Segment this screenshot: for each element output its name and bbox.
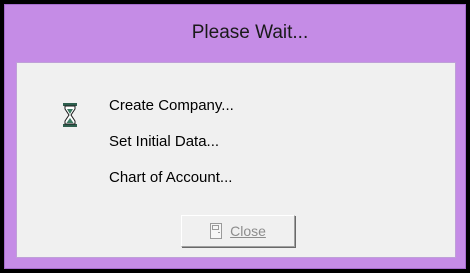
dialog-client-area: Create Company... Set Initial Data... Ch… [16,62,456,258]
step-set-initial-data: Set Initial Data... [109,133,220,150]
dialog-title: Please Wait... [191,22,309,43]
step-create-company: Create Company... [109,97,234,114]
close-button[interactable]: Close [181,215,295,247]
please-wait-dialog: Please Wait... Create Company... Set Ini… [4,4,466,269]
close-button-label: Close [230,223,266,239]
step-chart-of-account: Chart of Account... [109,169,233,186]
door-icon [210,223,223,239]
hourglass-icon [63,103,77,127]
dialog-title-bar[interactable]: Please Wait... [5,5,465,61]
